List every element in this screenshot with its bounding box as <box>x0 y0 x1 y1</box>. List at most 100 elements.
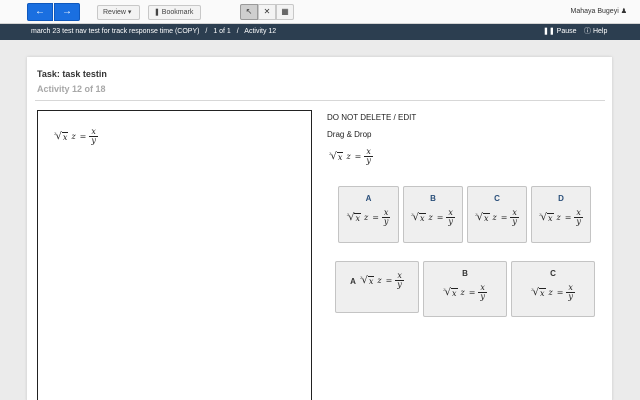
cross-icon: ✕ <box>263 7 271 16</box>
radicand: x <box>418 213 426 223</box>
equation: 3 √ x z = x y <box>539 209 583 226</box>
tile-label: B <box>430 194 436 203</box>
radicand: x <box>354 213 361 223</box>
review-dropdown[interactable]: Review ▾ <box>97 5 140 20</box>
root-index: 3 <box>443 287 446 292</box>
cube-root: 3 √ x <box>531 287 546 298</box>
drag-tile-a[interactable]: A 3 √ x z = x y <box>338 186 399 243</box>
root-index: 3 <box>475 212 478 217</box>
drop-tile-a[interactable]: A 3 √ x z = x y <box>335 261 419 313</box>
drag-tile-b[interactable]: B 3 √ x z = x y <box>403 186 463 243</box>
tile-equation: 3 √ x z = x y <box>404 209 462 226</box>
fraction: x y <box>381 209 391 226</box>
forward-button[interactable]: → <box>54 3 80 21</box>
pointer-tool-button[interactable]: ↖ <box>240 4 258 20</box>
radicand: x <box>336 152 344 162</box>
tile-equation: 3 √ x z = x y <box>424 284 506 301</box>
denominator: y <box>397 280 402 289</box>
drop-tile-c[interactable]: C 3 √ x z = x y <box>511 261 595 317</box>
equals-sign: = <box>564 213 572 222</box>
bookmark-button[interactable]: ❚ Bookmark <box>148 5 201 20</box>
drag-tile-c[interactable]: C 3 √ x z = x y <box>467 186 527 243</box>
tile-label: C <box>550 269 556 278</box>
tile-label: C <box>494 194 500 203</box>
fraction: x y <box>89 128 98 145</box>
back-button[interactable]: ← <box>27 3 53 21</box>
radicand: x <box>482 213 490 223</box>
fraction: x y <box>478 284 487 301</box>
equals-sign: = <box>354 152 362 161</box>
equals-sign: = <box>556 288 564 297</box>
tile-label: A <box>350 276 356 286</box>
equals-sign: = <box>372 213 379 222</box>
cube-root: 3 √ x <box>443 287 458 298</box>
equation: 3 √ x z = x y <box>54 128 98 145</box>
denominator: y <box>91 136 96 145</box>
status-bar: march 23 test nav test for track respons… <box>0 24 640 40</box>
root-index: 3 <box>531 287 534 292</box>
tile-label: B <box>462 269 468 278</box>
equals-sign: = <box>436 213 444 222</box>
breadcrumb: march 23 test nav test for track respons… <box>31 24 276 40</box>
variable: z <box>492 213 497 222</box>
activity-crumb: Activity 12 <box>244 28 277 35</box>
question-type: Drag & Drop <box>327 130 372 139</box>
variable: z <box>364 213 369 222</box>
calculator-button[interactable]: ▦ <box>276 4 294 20</box>
tile-label: D <box>558 194 564 203</box>
stimulus-equation: 3 √ x z = x y <box>54 128 98 146</box>
arrow-left-icon: ← <box>35 6 45 17</box>
drop-tile-b[interactable]: B 3 √ x z = x y <box>423 261 507 317</box>
fraction: x y <box>446 209 455 226</box>
denominator: y <box>448 217 453 226</box>
user-icon: ♟ <box>620 8 627 15</box>
variable: z <box>346 152 351 161</box>
denominator: y <box>512 217 517 226</box>
variable: z <box>460 288 465 297</box>
activity-card: Task: task testin Activity 12 of 18 3 √ … <box>27 57 612 400</box>
cube-root: 3 √ x <box>539 212 554 223</box>
eliminator-tool-button[interactable]: ✕ <box>258 4 276 20</box>
variable: z <box>377 276 382 285</box>
root-index: 3 <box>411 212 414 217</box>
cube-root: 3 √ x <box>475 212 490 223</box>
breadcrumb-separator: / <box>236 28 239 35</box>
radicand: x <box>538 288 546 298</box>
tile-equation: 3 √ x z = x y <box>339 209 398 226</box>
radicand: x <box>450 288 458 298</box>
question-equation: 3 √ x z = x y <box>329 148 373 166</box>
root-index: 3 <box>54 131 57 136</box>
activity-counter: Activity 12 of 18 <box>37 84 106 94</box>
variable: z <box>556 213 561 222</box>
equals-sign: = <box>468 288 476 297</box>
equation: 3 √ x z = x y <box>411 209 455 226</box>
help-button[interactable]: ⓘ Help <box>584 24 607 40</box>
calculator-icon: ▦ <box>281 7 289 16</box>
cube-root: 3 √ x <box>347 212 361 223</box>
tile-equation: 3 √ x z = x y <box>468 209 526 226</box>
task-title: Task: task testin <box>37 69 107 79</box>
denominator: y <box>568 292 573 301</box>
drag-tile-d[interactable]: D 3 √ x z = x y <box>531 186 591 243</box>
page-counter: 1 of 1 <box>213 28 231 35</box>
equation: 3 √ x z = x y <box>329 148 373 165</box>
variable: z <box>71 132 76 141</box>
equation: 3 √ x z = x y <box>531 284 575 301</box>
equals-sign: = <box>500 213 508 222</box>
equals-sign: = <box>385 276 393 285</box>
equation: 3 √ x z = x y <box>347 209 391 226</box>
tile-label: A <box>365 194 372 203</box>
fraction: x y <box>510 209 519 226</box>
fraction: x y <box>574 209 583 226</box>
pointer-icon: ↖ <box>245 7 253 16</box>
user-menu[interactable]: Mahaya Bugeyi ♟ <box>571 7 628 15</box>
root-index: 3 <box>359 275 363 280</box>
stimulus-panel: 3 √ x z = x y <box>37 110 312 400</box>
tile-equation: 3 √ x z = x y <box>360 272 404 290</box>
top-toolbar: ← → Review ▾ ❚ Bookmark ↖ ✕ ▦ Mahaya Bug… <box>0 0 640 24</box>
pause-button[interactable]: ❚❚ Pause <box>543 24 577 40</box>
tile-equation: 3 √ x z = x y <box>512 284 594 301</box>
arrow-right-icon: → <box>62 6 72 17</box>
denominator: y <box>480 292 485 301</box>
divider <box>35 100 605 101</box>
